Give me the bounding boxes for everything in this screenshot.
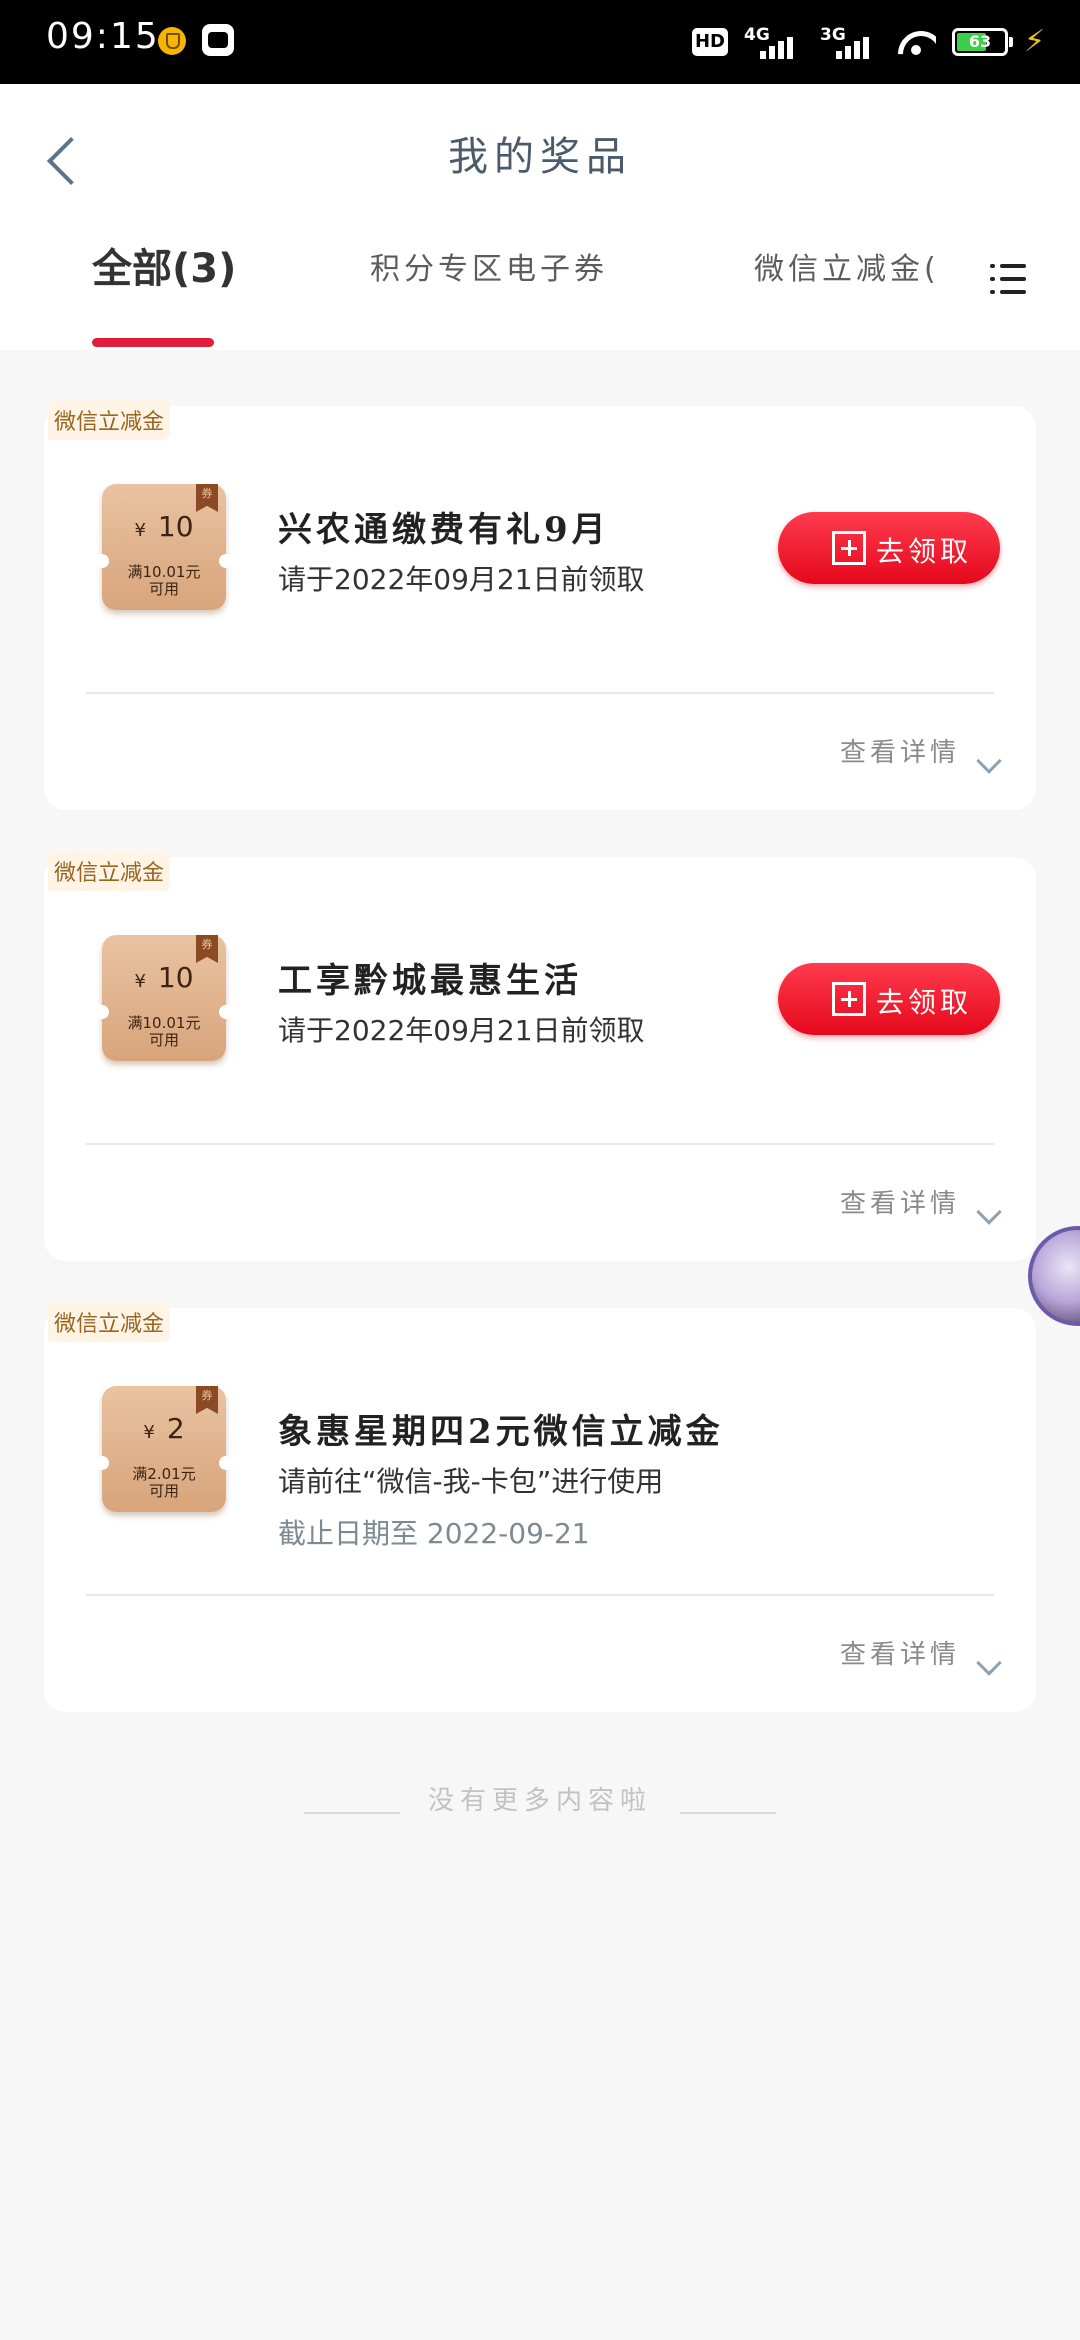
prize-card: 微信立减金 券 ¥10 满10.01元 可用 兴农通缴费有礼9月 请于2022年0… [44, 400, 1036, 810]
coupon-condition: 满2.01元 [132, 1465, 196, 1483]
card-divider [86, 1594, 994, 1596]
coupon-currency: ¥ [134, 971, 146, 992]
active-tab-indicator [92, 338, 214, 347]
claim-button[interactable]: 去领取 [778, 512, 1000, 584]
prize-claim-deadline: 请于2022年09月21日前领取 [278, 1014, 645, 1047]
signal-4g-icon: 4G [744, 25, 804, 59]
signal-3g-icon: 3G [820, 25, 880, 59]
chevron-down-icon[interactable] [976, 1199, 1002, 1225]
card-divider [86, 692, 994, 694]
coupon-icon: 券 ¥2 满2.01元 可用 [95, 1386, 233, 1512]
prize-title: 象惠星期四2元微信立减金 [278, 1412, 724, 1452]
coupon-amount: 2 [166, 1412, 185, 1445]
prize-expiry-date: 截止日期至 2022-09-21 [278, 1517, 590, 1550]
battery-level: 63 [968, 32, 992, 51]
prize-title: 兴农通缴费有礼9月 [278, 510, 610, 550]
coupon-condition-usable: 可用 [148, 1482, 179, 1500]
coupon-condition: 满10.01元 [127, 1014, 201, 1032]
category-menu-icon[interactable] [990, 264, 1026, 294]
coupon-icon: 券 ¥10 满10.01元 可用 [95, 935, 233, 1061]
prize-type-tag: 微信立减金 [48, 400, 171, 440]
coupon-condition-usable: 可用 [148, 580, 179, 598]
claim-button-label: 去领取 [876, 986, 973, 1019]
charging-bolt-icon: ⚡ [1024, 24, 1046, 59]
security-shield-icon [158, 27, 186, 55]
page-title: 我的奖品 [448, 134, 632, 180]
plus-box-icon [832, 982, 866, 1016]
coupon-currency: ¥ [143, 1422, 155, 1443]
coupon-flag: 券 [196, 484, 218, 512]
no-more-content-note: 没有更多内容啦 [427, 1786, 652, 1816]
coupon-condition-usable: 可用 [148, 1031, 179, 1049]
card-divider [86, 1143, 994, 1145]
wifi-icon [896, 27, 936, 57]
claim-button[interactable]: 去领取 [778, 963, 1000, 1035]
tab-bar: 全部(3) 积分专区电子券 微信立减金(3 [0, 244, 1080, 350]
status-bar: 09:15 HD 4G 3G 63 ⚡ [0, 0, 1080, 84]
coupon-amount: 10 [157, 510, 194, 543]
plus-box-icon [832, 531, 866, 565]
tab-wechat-discount[interactable]: 微信立减金(3 [754, 244, 940, 288]
chevron-down-icon[interactable] [976, 1650, 1002, 1676]
prize-card: 微信立减金 券 ¥2 满2.01元 可用 象惠星期四2元微信立减金 请前往“微信-… [44, 1302, 1036, 1712]
prize-title: 工享黔城最惠生活 [278, 961, 582, 1001]
claim-button-label: 去领取 [876, 535, 973, 568]
chevron-down-icon[interactable] [976, 748, 1002, 774]
footer-divider-right [680, 1812, 776, 1814]
prize-usage-instructions: 请前往“微信-我-卡包”进行使用 [278, 1465, 664, 1498]
tab-points-vouchers[interactable]: 积分专区电子券 [370, 244, 608, 288]
prize-card: 微信立减金 券 ¥10 满10.01元 可用 工享黔城最惠生活 请于2022年09… [44, 851, 1036, 1261]
tab-all[interactable]: 全部(3) [92, 236, 236, 294]
prize-claim-deadline: 请于2022年09月21日前领取 [278, 563, 645, 596]
coupon-icon: 券 ¥10 满10.01元 可用 [95, 484, 233, 610]
view-details-link[interactable]: 查看详情 [840, 732, 960, 769]
coupon-flag: 券 [196, 935, 218, 963]
view-details-link[interactable]: 查看详情 [840, 1183, 960, 1220]
battery-icon: 63 [952, 28, 1013, 56]
coupon-flag: 券 [196, 1386, 218, 1414]
prize-type-tag: 微信立减金 [48, 851, 171, 891]
hd-voice-icon: HD [692, 28, 728, 56]
app-header: 我的奖品 全部(3) 积分专区电子券 微信立减金(3 [0, 84, 1080, 350]
prize-type-tag: 微信立减金 [48, 1302, 171, 1342]
status-time: 09:15 [46, 16, 160, 57]
coupon-amount: 10 [157, 961, 194, 994]
app-notification-icon [202, 24, 234, 56]
view-details-link[interactable]: 查看详情 [840, 1634, 960, 1671]
status-icons: HD 4G 3G 63 ⚡ [692, 18, 1052, 66]
coupon-condition: 满10.01元 [127, 563, 201, 581]
coupon-currency: ¥ [134, 520, 146, 541]
